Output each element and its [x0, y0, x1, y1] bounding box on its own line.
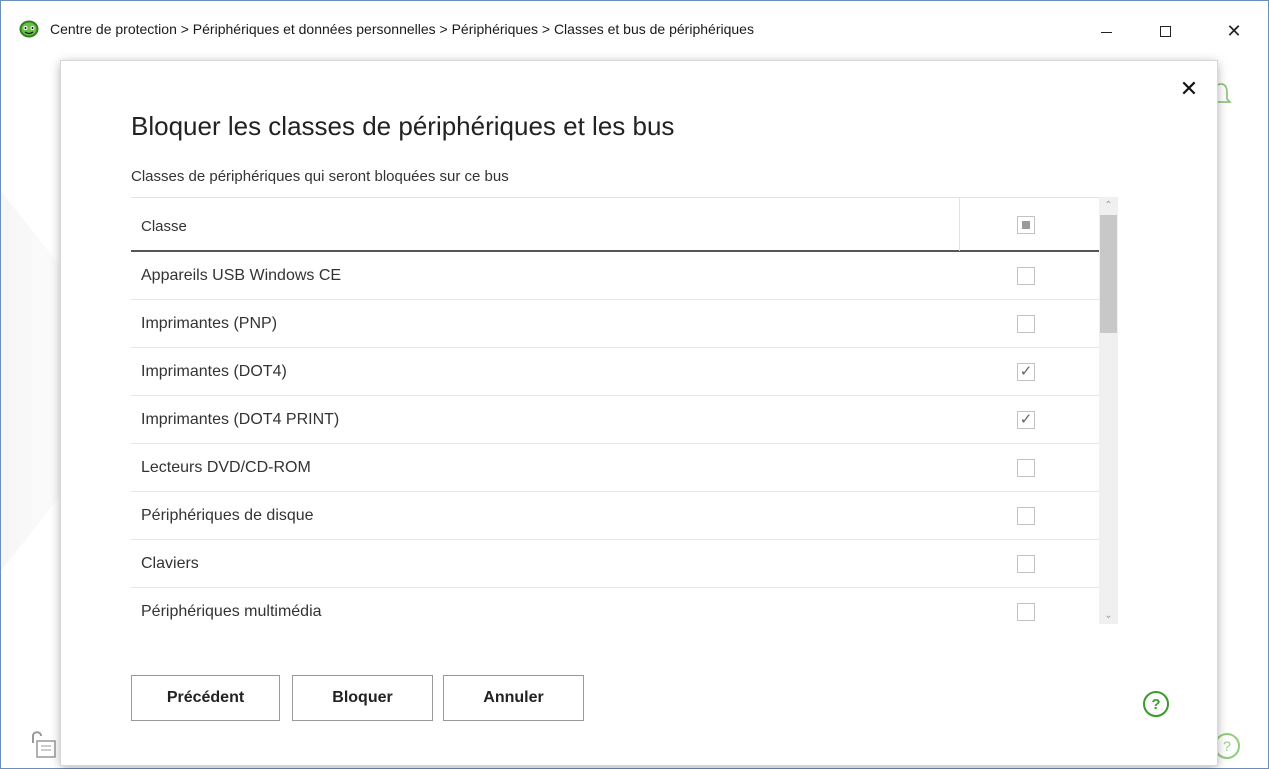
- device-class-label: Appareils USB Windows CE: [141, 267, 342, 284]
- row-checkbox[interactable]: [1017, 603, 1035, 621]
- device-class-table: Classe Appareils USB Windows CE Imprimant…: [131, 197, 1118, 624]
- row-checkbox[interactable]: [1017, 507, 1035, 525]
- background-help-icon: ?: [1214, 733, 1240, 759]
- block-classes-dialog: ✕ Bloquer les classes de périphériques e…: [61, 61, 1217, 765]
- scrollbar-thumb[interactable]: [1100, 215, 1117, 333]
- window-close-button[interactable]: ✕: [1211, 13, 1257, 49]
- title-bar: Centre de protection > Périphériques et …: [1, 1, 1268, 61]
- help-icon[interactable]: ?: [1143, 691, 1169, 717]
- checkmark-icon: ✓: [1019, 411, 1033, 428]
- background-decoration: [1, 191, 61, 571]
- scroll-up-arrow-icon[interactable]: ⌃: [1099, 197, 1118, 214]
- table-row[interactable]: Claviers: [131, 540, 1099, 588]
- device-class-label: Lecteurs DVD/CD-ROM: [141, 459, 311, 476]
- minimize-button[interactable]: [1083, 13, 1129, 49]
- vertical-scrollbar[interactable]: ⌃ ⌄: [1099, 197, 1118, 624]
- row-checkbox[interactable]: ✓: [1017, 411, 1035, 429]
- window-title: Centre de protection > Périphériques et …: [50, 21, 754, 37]
- app-logo-icon: [19, 20, 39, 38]
- row-checkbox[interactable]: [1017, 315, 1035, 333]
- header-divider: [959, 198, 960, 251]
- scroll-down-arrow-icon[interactable]: ⌄: [1099, 607, 1118, 624]
- previous-button[interactable]: Précédent: [131, 675, 280, 721]
- device-class-label: Périphériques de disque: [141, 507, 314, 524]
- dialog-close-button[interactable]: ✕: [1177, 76, 1201, 101]
- maximize-button[interactable]: [1142, 13, 1188, 49]
- device-class-label: Imprimantes (DOT4): [141, 363, 287, 380]
- app-window: Centre de protection > Périphériques et …: [0, 0, 1269, 769]
- row-checkbox[interactable]: ✓: [1017, 363, 1035, 381]
- table-row[interactable]: Imprimantes (PNP): [131, 300, 1099, 348]
- maximize-icon: [1159, 25, 1171, 37]
- row-checkbox[interactable]: [1017, 555, 1035, 573]
- table-row[interactable]: Appareils USB Windows CE: [131, 252, 1099, 300]
- lock-icon: [32, 731, 56, 758]
- dialog-subtitle: Classes de périphériques qui seront bloq…: [131, 168, 509, 185]
- table-body: Appareils USB Windows CE Imprimantes (PNP…: [131, 252, 1099, 624]
- checkmark-icon: ✓: [1019, 363, 1033, 380]
- table-header: Classe: [131, 197, 1099, 252]
- close-icon: ✕: [1226, 20, 1242, 41]
- table-row[interactable]: Périphériques de disque: [131, 492, 1099, 540]
- block-button[interactable]: Bloquer: [292, 675, 433, 721]
- device-class-label: Claviers: [141, 555, 199, 572]
- dialog-title: Bloquer les classes de périphériques et …: [131, 111, 675, 141]
- minimize-icon: [1100, 31, 1112, 33]
- table-row[interactable]: Imprimantes (DOT4 PRINT) ✓: [131, 396, 1099, 444]
- device-class-label: Imprimantes (DOT4 PRINT): [141, 411, 340, 428]
- cancel-button[interactable]: Annuler: [443, 675, 584, 721]
- table-row[interactable]: Imprimantes (DOT4) ✓: [131, 348, 1099, 396]
- row-checkbox[interactable]: [1017, 267, 1035, 285]
- row-checkbox[interactable]: [1017, 459, 1035, 477]
- table-row[interactable]: Périphériques multimédia: [131, 588, 1099, 624]
- column-header-class: Classe: [141, 218, 187, 235]
- svg-text:?: ?: [1223, 738, 1231, 754]
- table-row[interactable]: Lecteurs DVD/CD-ROM: [131, 444, 1099, 492]
- device-class-label: Imprimantes (PNP): [141, 315, 278, 332]
- select-all-checkbox[interactable]: [1017, 216, 1035, 234]
- device-class-label: Périphériques multimédia: [141, 603, 322, 620]
